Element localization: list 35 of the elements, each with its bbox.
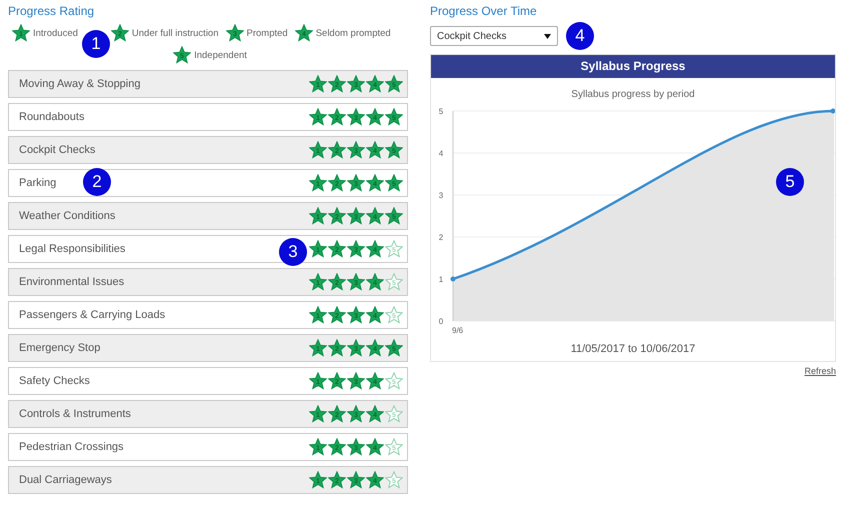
skill-name: Cockpit Checks	[19, 144, 96, 156]
skill-name: Passengers & Carrying Loads	[19, 309, 166, 321]
skill-name: Pedestrian Crossings	[19, 441, 124, 453]
skill-name: Controls & Instruments	[19, 408, 131, 420]
caret-icon	[544, 34, 551, 38]
legend-label: Introduced	[33, 28, 78, 38]
skill-dropdown[interactable]: Cockpit Checks	[430, 26, 558, 46]
callout-badge: 4	[566, 22, 594, 50]
skill-name: Moving Away & Stopping	[19, 78, 140, 90]
axis-tick-label: 1	[438, 275, 444, 284]
legend-label: Under full instruction	[132, 28, 219, 38]
skill-name: Parking	[19, 177, 56, 189]
section-heading: Progress Over Time	[430, 4, 538, 18]
skill-name: Weather Conditions	[19, 210, 116, 222]
chart-header: Syllabus Progress	[431, 55, 835, 78]
axis-tick-label: 3	[438, 191, 444, 200]
skill-name: Dual Carriageways	[19, 474, 112, 486]
section-heading: Progress Rating	[8, 4, 96, 18]
axis-tick-label: 5	[438, 107, 444, 116]
skill-name: Legal Responsibilities	[19, 243, 126, 255]
skill-name: Emergency Stop	[19, 342, 100, 354]
skill-name: Safety Checks	[19, 375, 90, 387]
legend-label: Seldom prompted	[316, 28, 391, 38]
axis-tick-label: 9/6	[452, 326, 464, 335]
legend-label: Prompted	[246, 28, 288, 38]
axis-tick-label: 2	[438, 233, 444, 242]
chart-title: Syllabus progress by period	[570, 89, 696, 100]
refresh-link[interactable]: Refresh	[804, 366, 836, 376]
axis-tick-label: 4	[438, 149, 444, 158]
skill-name: Roundabouts	[19, 111, 84, 123]
callout-badge: 1	[82, 30, 110, 58]
skill-name: Environmental Issues	[19, 276, 124, 288]
date-range: 11/05/2017 to 10/06/2017	[570, 343, 696, 355]
legend-label: Independent	[194, 50, 247, 60]
axis-tick-label: 0	[438, 317, 444, 326]
